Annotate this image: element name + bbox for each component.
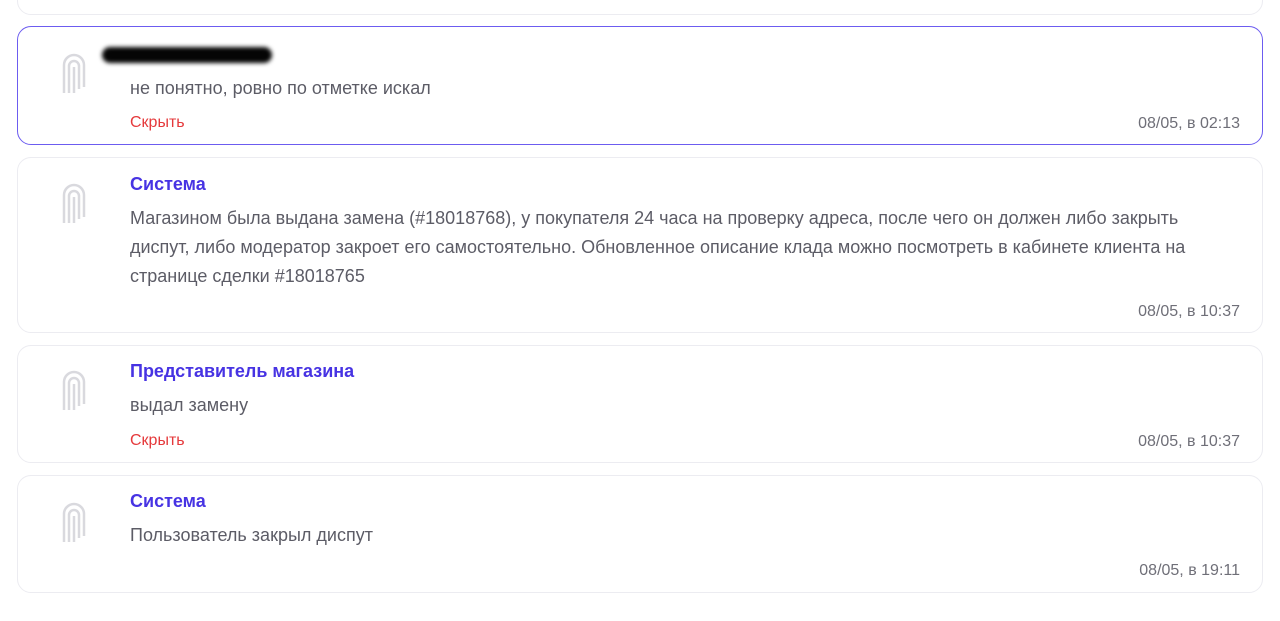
avatar-logo-icon	[62, 502, 86, 542]
message-time: 08/05, в 02:13	[1138, 115, 1240, 132]
message-card: Система Магазином была выдана замена (#1…	[17, 157, 1263, 333]
message-card-selected: не понятно, ровно по отметке искал Скрыт…	[17, 26, 1263, 145]
message-text: выдал замену	[130, 395, 249, 415]
message-text: Пользователь закрыл диспут	[130, 525, 373, 545]
avatar-logo-icon	[62, 183, 86, 223]
hide-button[interactable]: Скрыть	[130, 114, 185, 132]
message-card: С	[17, 0, 1263, 15]
hide-button[interactable]: Скрыть	[130, 432, 185, 450]
message-card: Система Пользователь закрыл диспут 08/05…	[17, 475, 1263, 593]
author-name: Представитель магазина	[130, 361, 355, 381]
message-time: 08/05, в 10:37	[1138, 303, 1240, 320]
author-name: Система	[130, 491, 206, 511]
message-card: Представитель магазина выдал замену Скры…	[17, 345, 1263, 463]
message-time: 08/05, в 10:37	[1138, 433, 1240, 450]
author-name: Система	[130, 174, 206, 194]
message-text: не понятно, ровно по отметке искал	[130, 78, 431, 98]
author-name-redacted	[102, 47, 272, 63]
message-text: Магазином была выдана замена (#18018768)…	[130, 208, 1186, 286]
message-time: 08/05, в 19:11	[1139, 562, 1240, 579]
avatar-logo-icon	[62, 370, 86, 410]
avatar-logo-icon	[62, 53, 86, 93]
